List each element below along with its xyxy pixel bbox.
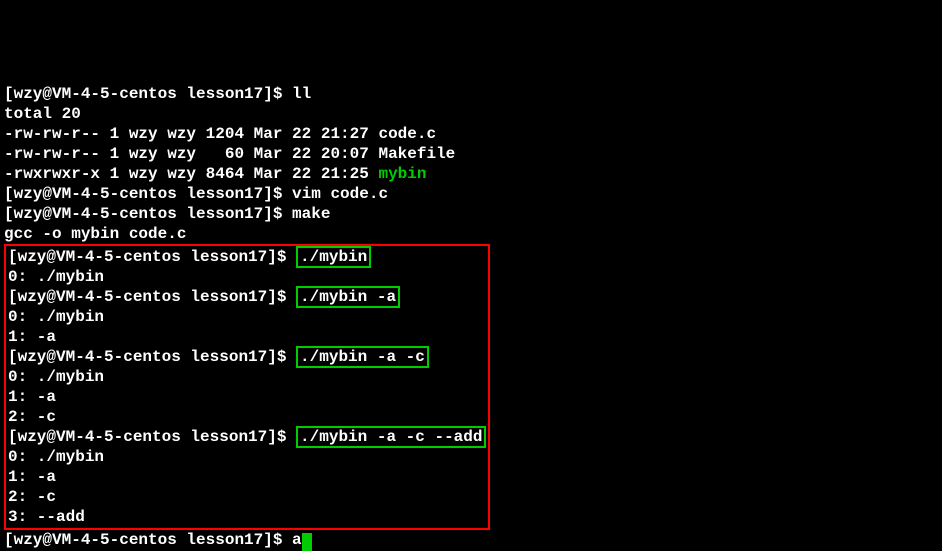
- command-output: 0: ./mybin 1: -a 2: -c 3: --add: [8, 448, 104, 526]
- terminal-line: [wzy@VM-4-5-centos lesson17]$ ll: [4, 85, 311, 103]
- cursor-icon: [302, 533, 312, 551]
- highlighted-section: [wzy@VM-4-5-centos lesson17]$ ./mybin 0:…: [4, 244, 490, 530]
- terminal-line[interactable]: [wzy@VM-4-5-centos lesson17]$ a: [4, 531, 312, 549]
- prompt: [wzy@VM-4-5-centos lesson17]$: [4, 531, 292, 549]
- command-output: 0: ./mybin 1: -a 2: -c: [8, 368, 104, 426]
- prompt: [wzy@VM-4-5-centos lesson17]$: [8, 348, 296, 366]
- highlighted-command: ./mybin: [296, 246, 371, 268]
- prompt: [wzy@VM-4-5-centos lesson17]$: [8, 248, 296, 266]
- prompt: [wzy@VM-4-5-centos lesson17]$: [8, 288, 296, 306]
- command-ll: ll: [292, 85, 311, 103]
- terminal-line: [wzy@VM-4-5-centos lesson17]$ ./mybin -a…: [8, 426, 486, 448]
- terminal-line: [wzy@VM-4-5-centos lesson17]$ make: [4, 205, 330, 223]
- prompt: [wzy@VM-4-5-centos lesson17]$: [4, 85, 292, 103]
- command-output: 0: ./mybin 1: -a: [8, 308, 104, 346]
- command-output: 0: ./mybin: [8, 268, 104, 286]
- prompt: [wzy@VM-4-5-centos lesson17]$: [8, 428, 296, 446]
- command-make: make: [292, 205, 330, 223]
- terminal-line: [wzy@VM-4-5-centos lesson17]$ ./mybin -a…: [8, 346, 429, 368]
- executable-file: mybin: [378, 165, 426, 183]
- terminal-line: [wzy@VM-4-5-centos lesson17]$ vim code.c: [4, 185, 388, 203]
- command-vim: vim code.c: [292, 185, 388, 203]
- highlighted-command: ./mybin -a -c --add: [296, 426, 486, 448]
- terminal-line: [wzy@VM-4-5-centos lesson17]$ ./mybin -a: [8, 286, 400, 308]
- typed-text: a: [292, 531, 302, 549]
- make-output: gcc -o mybin code.c: [4, 225, 186, 243]
- terminal-line: [wzy@VM-4-5-centos lesson17]$ ./mybin: [8, 246, 371, 268]
- prompt: [wzy@VM-4-5-centos lesson17]$: [4, 185, 292, 203]
- highlighted-command: ./mybin -a: [296, 286, 400, 308]
- prompt: [wzy@VM-4-5-centos lesson17]$: [4, 205, 292, 223]
- highlighted-command: ./mybin -a -c: [296, 346, 429, 368]
